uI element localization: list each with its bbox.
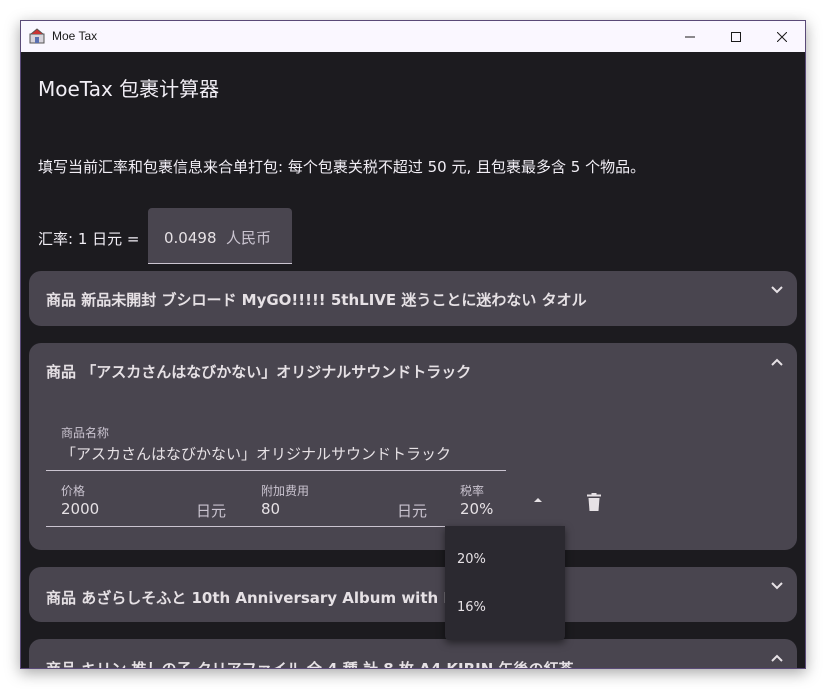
price-label: 价格	[61, 484, 86, 498]
item-header: 商品 新品未開封 ブシロード MyGO!!!!! 5thLIVE 迷うことに迷わ…	[46, 291, 587, 309]
exchange-rate-input[interactable]: 0.0498 人民币	[148, 208, 292, 264]
tax-option-20[interactable]: 20%	[457, 552, 486, 567]
item-name-label: 商品名称	[61, 426, 110, 440]
triangle-up-icon	[534, 498, 542, 502]
tax-rate-dropdown[interactable]: 税率 20%	[445, 477, 565, 527]
exchange-rate-value: 0.0498	[164, 229, 217, 247]
minimize-icon	[685, 36, 695, 37]
extra-fee-value: 80	[261, 500, 281, 518]
tax-rate-label: 税率	[460, 484, 485, 498]
extra-fee-underline	[246, 526, 446, 527]
close-icon	[777, 31, 787, 42]
app-window: Moe Tax MoeTax 包裹计算器 填写当前汇率和包裹信息来合单打包: 每…	[20, 20, 806, 669]
price-underline	[46, 526, 246, 527]
page-title: MoeTax 包裹计算器	[38, 77, 220, 101]
title-bar: Moe Tax	[21, 21, 805, 52]
tax-option-16[interactable]: 16%	[457, 600, 486, 615]
description-text: 填写当前汇率和包裹信息来合单打包: 每个包裹关税不超过 50 元, 且包裹最多含…	[38, 158, 646, 176]
item-card[interactable]: 商品 新品未開封 ブシロード MyGO!!!!! 5thLIVE 迷うことに迷わ…	[29, 271, 797, 326]
maximize-icon	[731, 31, 741, 42]
item-card-expanded: 商品 「アスカさんはなびかない」オリジナルサウンドトラック 商品名称 「アスカさ…	[29, 343, 797, 550]
maximize-button[interactable]	[713, 21, 759, 52]
window-title: Moe Tax	[52, 29, 98, 43]
item-header[interactable]: 商品 「アスカさんはなびかない」オリジナルサウンドトラック	[46, 361, 746, 382]
price-value: 2000	[61, 500, 100, 518]
price-field[interactable]: 价格 2000 日元	[46, 477, 246, 527]
trash-icon[interactable]	[587, 493, 601, 511]
tax-rate-value: 20%	[460, 500, 494, 518]
item-name-field[interactable]: 商品名称 「アスカさんはなびかない」オリジナルサウンドトラック	[46, 419, 506, 471]
chevron-up-icon[interactable]	[769, 653, 785, 663]
chevron-down-icon[interactable]	[769, 285, 785, 295]
item-header: 商品 あざらしそふと 10th Anniversary Album with I	[46, 589, 446, 607]
exchange-rate-label: 汇率: 1 日元 =	[38, 230, 140, 248]
extra-fee-suffix: 日元	[397, 502, 428, 520]
extra-fee-field[interactable]: 附加费用 80 日元	[246, 477, 446, 527]
extra-fee-label: 附加费用	[261, 484, 310, 498]
chevron-up-icon[interactable]	[769, 357, 785, 367]
item-name-value: 「アスカさんはなびかない」オリジナルサウンドトラック	[61, 445, 452, 463]
close-button[interactable]	[759, 21, 805, 52]
item-header[interactable]: 商品 キリン 推しの子 クリアファイル 全 4 種 計 8 枚 A4 KIRIN…	[46, 658, 746, 668]
price-suffix: 日元	[196, 502, 227, 520]
minimize-button[interactable]	[667, 21, 713, 52]
item-card: 商品 キリン 推しの子 クリアファイル 全 4 種 計 8 枚 A4 KIRIN…	[29, 639, 797, 668]
item-name-underline	[46, 470, 506, 471]
item-card[interactable]: 商品 あざらしそふと 10th Anniversary Album with I	[29, 567, 797, 622]
tax-rate-menu: 20% 16%	[445, 526, 565, 640]
chevron-down-icon[interactable]	[769, 581, 785, 591]
exchange-rate-suffix: 人民币	[226, 229, 272, 247]
app-icon	[29, 28, 45, 44]
main-content: MoeTax 包裹计算器 填写当前汇率和包裹信息来合单打包: 每个包裹关税不超过…	[21, 52, 805, 668]
